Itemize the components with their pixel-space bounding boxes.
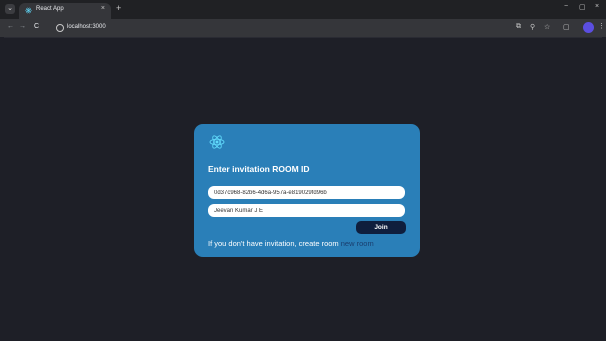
- menu-kebab-icon[interactable]: ⋮: [598, 22, 605, 30]
- name-input[interactable]: [208, 204, 405, 217]
- browser-window: ⌄ React App × + − ▢ × ← → C localhost:30…: [0, 0, 606, 341]
- page-divider: [4, 37, 602, 38]
- back-button[interactable]: ←: [7, 23, 14, 30]
- reload-button[interactable]: C: [34, 23, 39, 30]
- address-bar[interactable]: localhost:3000: [50, 22, 555, 34]
- room-id-input[interactable]: [208, 186, 405, 199]
- maximize-button[interactable]: ▢: [579, 3, 586, 11]
- tab-search-icon[interactable]: ⌄: [5, 4, 15, 14]
- join-room-card: Enter invitation ROOM ID Join If you don…: [194, 124, 420, 257]
- minimize-button[interactable]: −: [564, 3, 568, 10]
- tab-title: React App: [36, 6, 64, 12]
- create-room-prompt: If you don't have invitation, create roo…: [208, 239, 374, 248]
- browser-toolbar: ← → C localhost:3000 ⧉ ⚲ ☆ ▢ ⋮: [0, 19, 606, 37]
- new-tab-button[interactable]: +: [116, 3, 121, 13]
- react-favicon-icon: [25, 7, 32, 14]
- tab-react-app[interactable]: React App ×: [19, 3, 111, 19]
- join-button[interactable]: Join: [356, 221, 406, 234]
- footer-text: If you don't have invitation, create roo…: [208, 239, 339, 248]
- zoom-icon[interactable]: ⚲: [530, 23, 535, 31]
- site-info-icon[interactable]: [56, 24, 64, 32]
- bookmark-star-icon[interactable]: ☆: [544, 23, 550, 31]
- close-window-button[interactable]: ×: [595, 3, 599, 10]
- forward-button[interactable]: →: [19, 23, 26, 30]
- react-logo-icon: [209, 135, 225, 149]
- card-title: Enter invitation ROOM ID: [208, 164, 310, 174]
- tab-close-icon[interactable]: ×: [101, 5, 105, 12]
- cast-icon[interactable]: ⧉: [516, 23, 521, 31]
- tab-strip: ⌄ React App × + − ▢ ×: [0, 0, 606, 19]
- profile-avatar[interactable]: [583, 22, 594, 33]
- sidebar-icon[interactable]: ▢: [563, 23, 570, 31]
- new-room-link[interactable]: new room: [341, 239, 374, 248]
- url-text[interactable]: localhost:3000: [67, 24, 106, 30]
